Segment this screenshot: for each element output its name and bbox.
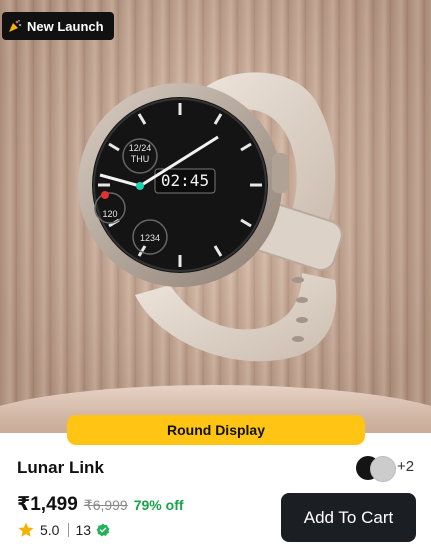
watch-heart-rate: 120 <box>102 209 117 219</box>
review-count: 13 <box>75 522 92 538</box>
color-swatch-grey[interactable] <box>370 456 396 482</box>
product-name[interactable]: Lunar Link <box>17 458 104 478</box>
rating-row: 5.0 13 <box>17 521 110 539</box>
product-image[interactable]: 12/24 THU 02:45 120 1234 New Launch <box>0 0 431 433</box>
watch-digital-time: 02:45 <box>161 171 209 190</box>
more-colors-count[interactable]: +2 <box>397 458 414 475</box>
watch-steps: 1234 <box>140 233 160 243</box>
color-swatches[interactable]: +2 <box>356 455 426 482</box>
original-price: ₹6,999 <box>83 497 128 513</box>
verified-icon <box>96 523 110 537</box>
sale-price: ₹1,499 <box>17 494 78 515</box>
rating-divider <box>68 523 70 537</box>
rating-value: 5.0 <box>40 522 60 538</box>
smartwatch-image: 12/24 THU 02:45 120 1234 <box>78 72 343 362</box>
new-launch-label: New Launch <box>27 18 104 34</box>
add-to-cart-button[interactable]: Add To Cart <box>281 493 416 542</box>
watch-date: 12/24 <box>129 143 152 153</box>
discount-label: 79% off <box>133 497 184 513</box>
party-popper-icon <box>9 19 22 32</box>
feature-tag: Round Display <box>67 415 365 445</box>
new-launch-badge: New Launch <box>2 12 114 40</box>
product-card[interactable]: 12/24 THU 02:45 120 1234 New Launch Roun… <box>0 0 431 558</box>
watch-day: THU <box>131 154 150 164</box>
star-icon <box>18 522 34 537</box>
price-row: ₹1,499 ₹6,999 79% off <box>17 493 184 516</box>
